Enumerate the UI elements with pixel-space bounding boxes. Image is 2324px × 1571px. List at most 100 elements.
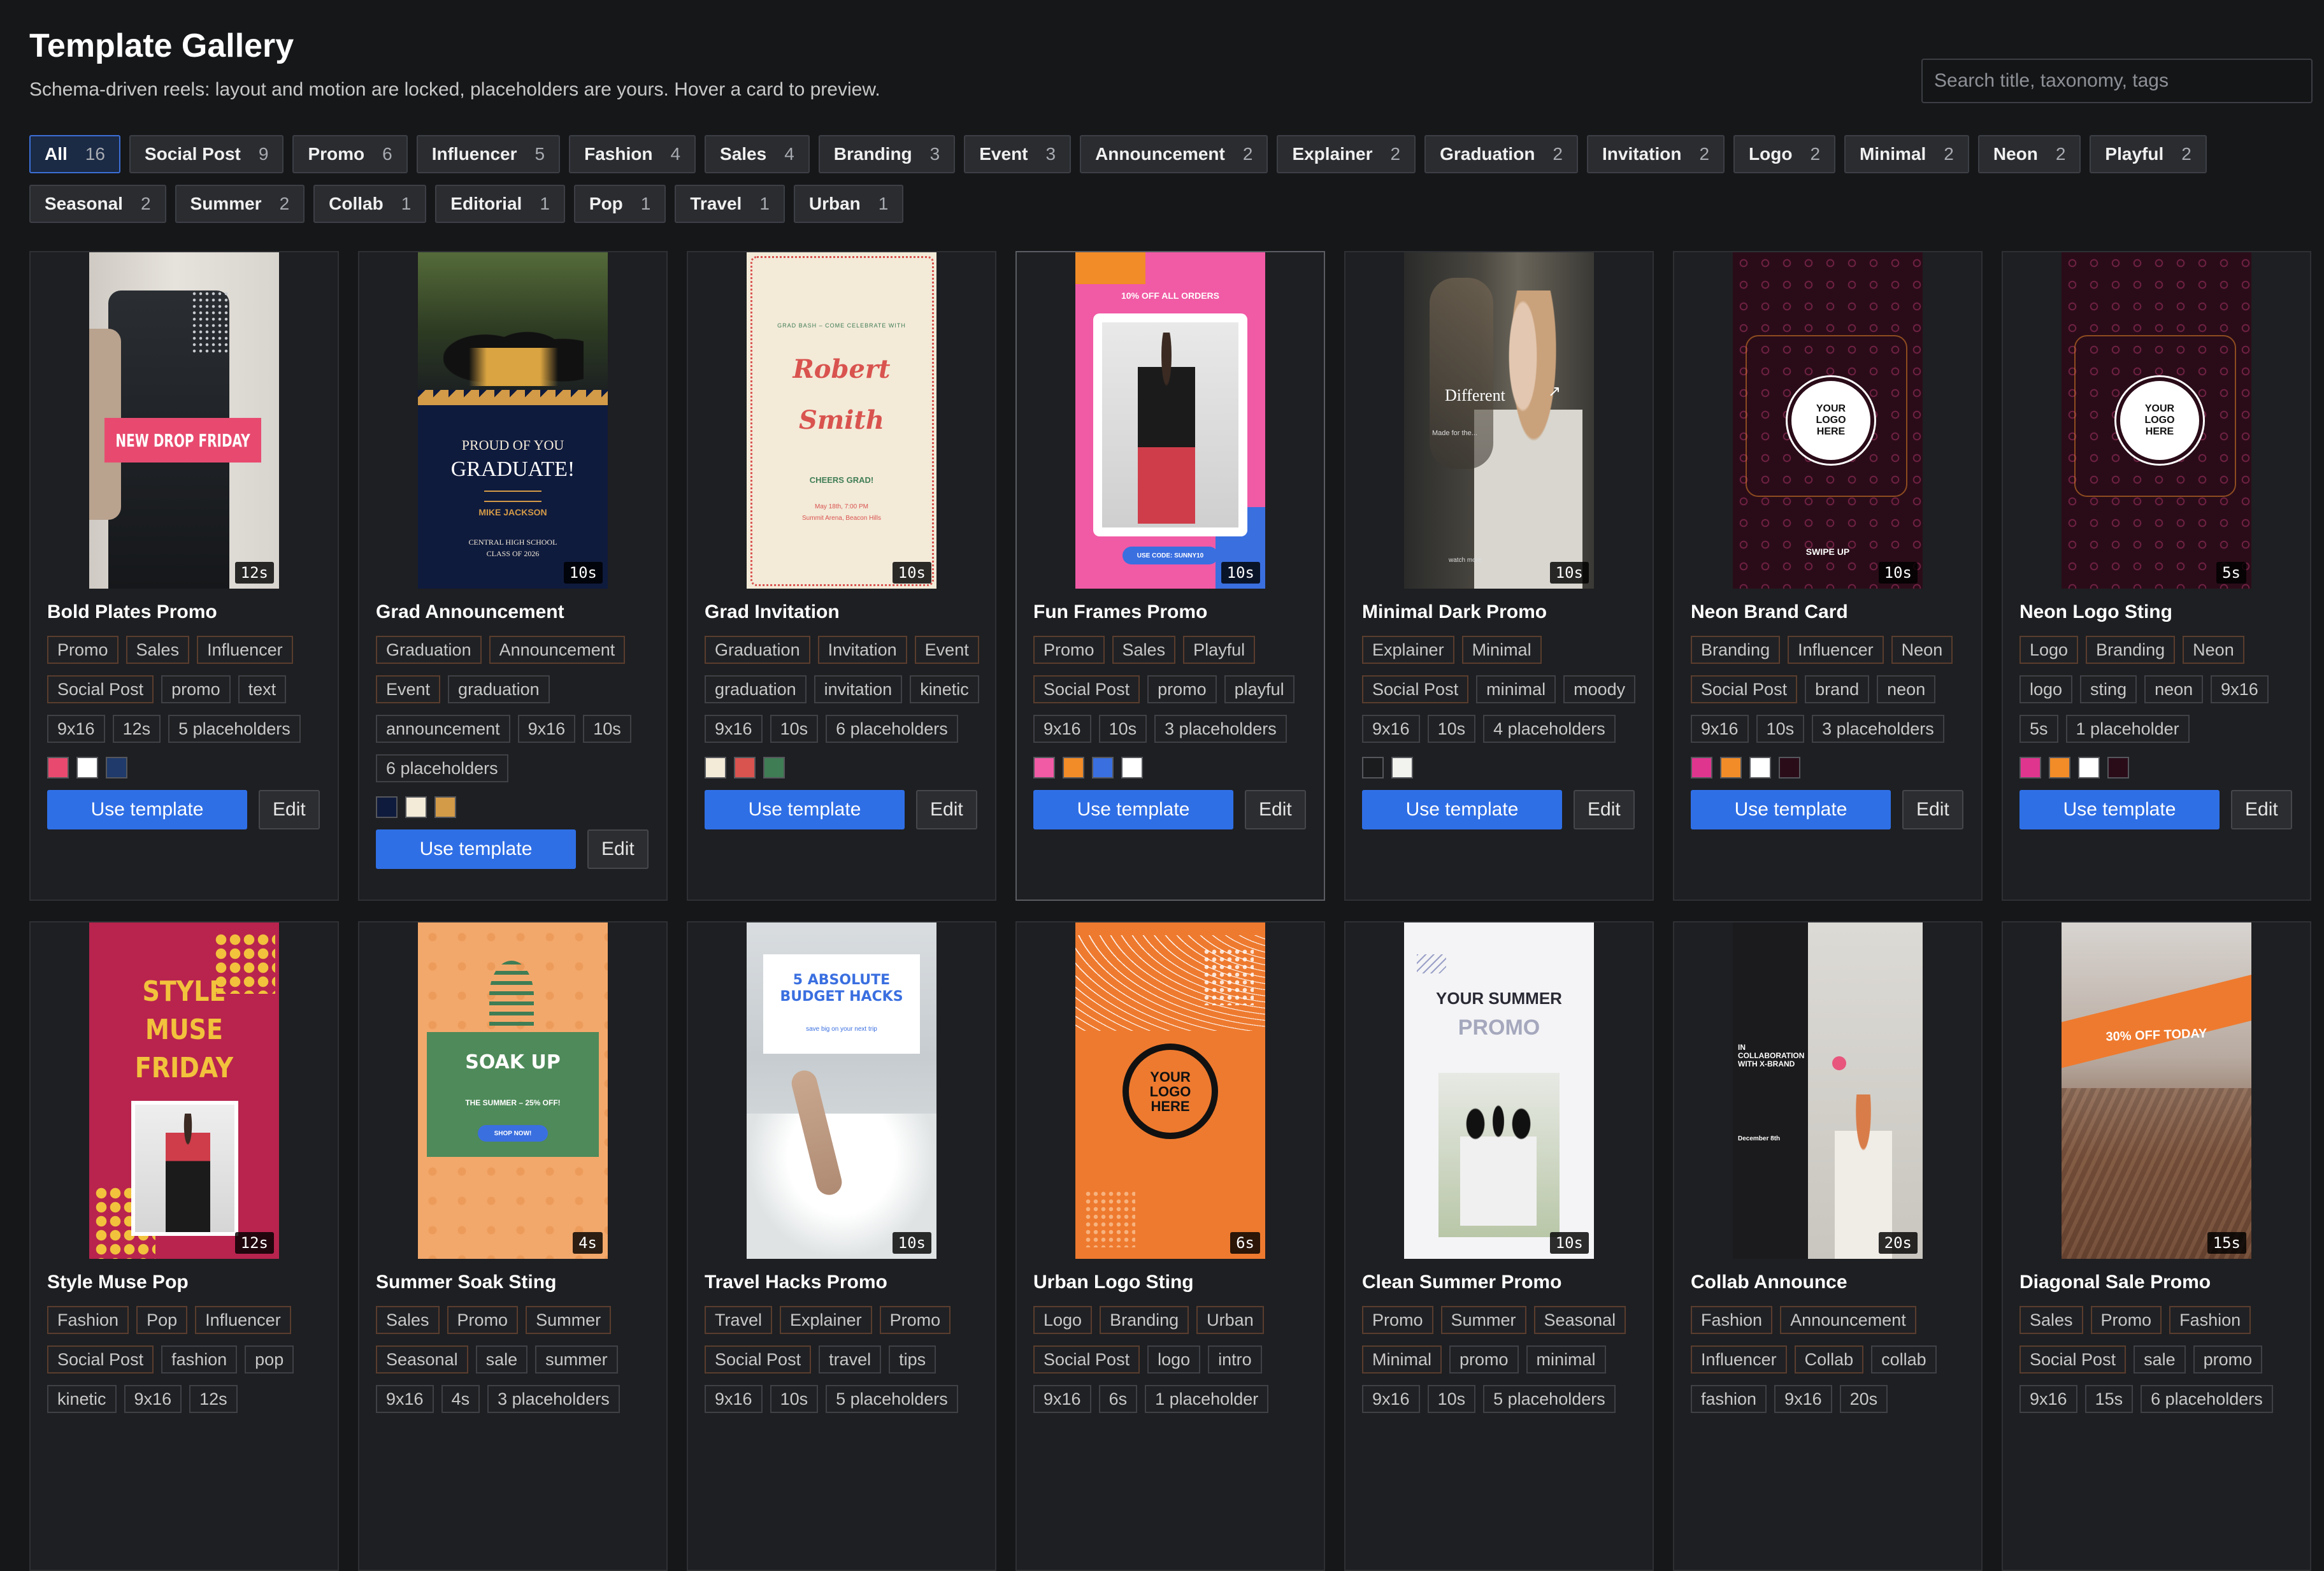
template-name: Collab Announce xyxy=(1691,1272,1847,1293)
template-card[interactable]: STYLE MUSE FRIDAY 12s Style Muse Pop Fashion P… xyxy=(29,921,339,1571)
filter-chip-editorial[interactable]: Editorial 1 xyxy=(435,185,565,223)
filter-chip-social-post[interactable]: Social Post 9 xyxy=(129,135,284,173)
template-card[interactable]: YOUR LOGO HERE SWIPE UP 10s Neon Brand Card… xyxy=(1673,251,1983,901)
template-card[interactable]: YOUR LOGO HERE 6s Urban Logo Sting Logo Bran… xyxy=(1015,921,1325,1571)
meta-tag: 12s xyxy=(112,715,161,743)
template-thumbnail[interactable]: SOAK UP THE SUMMER – 25% OFF! SHOP NOW! 4s xyxy=(418,922,608,1259)
edit-button[interactable]: Edit xyxy=(1902,790,1963,829)
use-template-button[interactable]: Use template xyxy=(47,790,247,829)
card-body: Collab Announce Fashion Announcement Influe… xyxy=(1691,1272,1969,1413)
template-thumbnail[interactable]: Different Made for the... ↗ watch more 10s xyxy=(1404,252,1594,589)
template-card[interactable]: PROUD OF YOU GRADUATE! MIKE JACKSON CENTRAL… xyxy=(358,251,668,901)
tag-list: Fashion Pop Influencer Social Post fashion po… xyxy=(47,1306,325,1413)
template-thumbnail[interactable]: NEW DROP FRIDAY 12s xyxy=(89,252,279,589)
category-tag: Logo xyxy=(1033,1306,1093,1334)
template-card[interactable]: 30% OFF TODAY 15s Diagonal Sale Promo Sales… xyxy=(2002,921,2311,1571)
category-tag: Social Post xyxy=(1033,1345,1140,1374)
use-template-button[interactable]: Use template xyxy=(2019,790,2220,829)
template-card[interactable]: 5 ABSOLUTE BUDGET HACKS save big on your … xyxy=(687,921,996,1571)
logo-placeholder-text: YOUR LOGO HERE xyxy=(1149,1068,1191,1114)
template-thumbnail[interactable]: GRAD BASH – COME CELEBRATE WITH Robert Smi… xyxy=(747,252,936,589)
tag-list: Explainer Minimal Social Post minimal moody 9… xyxy=(1362,636,1640,743)
filter-chip-count: 16 xyxy=(85,144,105,164)
filter-chip-playful[interactable]: Playful 2 xyxy=(2090,135,2207,173)
filter-chip-travel[interactable]: Travel 1 xyxy=(675,185,785,223)
template-thumbnail[interactable]: YOUR LOGO HERE 6s xyxy=(1075,922,1265,1259)
meta-tag: 9x16 xyxy=(1774,1385,1832,1413)
template-thumbnail[interactable]: 30% OFF TODAY 15s xyxy=(2062,922,2251,1259)
template-thumbnail[interactable]: YOUR SUMMER PROMO 10s xyxy=(1404,922,1594,1259)
template-card[interactable]: Different Made for the... ↗ watch more 10s Mi… xyxy=(1344,251,1654,901)
template-card[interactable]: GRAD BASH – COME CELEBRATE WITH Robert Smi… xyxy=(687,251,996,901)
tag-list: Promo Sales Playful Social Post promo playful… xyxy=(1033,636,1311,743)
duration-badge: 15s xyxy=(2207,1232,2246,1254)
filter-chip-announcement[interactable]: Announcement 2 xyxy=(1080,135,1268,173)
use-template-button[interactable]: Use template xyxy=(705,790,905,829)
edit-button[interactable]: Edit xyxy=(587,829,649,869)
filter-chip-fashion[interactable]: Fashion 4 xyxy=(569,135,696,173)
search-input[interactable] xyxy=(1921,59,2313,103)
template-thumbnail[interactable]: YOUR LOGO HERE 5s xyxy=(2062,252,2251,589)
template-card[interactable]: YOUR LOGO HERE 5s Neon Logo Sting Logo Brand… xyxy=(2002,251,2311,901)
color-swatch xyxy=(106,757,127,778)
template-thumbnail[interactable]: 10% OFF ALL ORDERS USE CODE: SUNNY10 10s xyxy=(1075,252,1265,589)
edit-button[interactable]: Edit xyxy=(1574,790,1635,829)
filter-chip-label: Sales xyxy=(720,144,767,164)
template-card[interactable]: 10% OFF ALL ORDERS USE CODE: SUNNY10 10s Fu… xyxy=(1015,251,1325,901)
color-swatch xyxy=(1749,757,1771,778)
filter-chip-explainer[interactable]: Explainer 2 xyxy=(1277,135,1416,173)
filter-chip-all[interactable]: All 16 xyxy=(29,135,120,173)
filter-chip-urban[interactable]: Urban 1 xyxy=(793,185,904,223)
filter-chip-neon[interactable]: Neon 2 xyxy=(1977,135,2081,173)
edit-button[interactable]: Edit xyxy=(259,790,320,829)
duration-badge: 4s xyxy=(573,1232,603,1254)
template-card[interactable]: YOUR SUMMER PROMO 10s Clean Summer Promo Pro… xyxy=(1344,921,1654,1571)
template-thumbnail[interactable]: PROUD OF YOU GRADUATE! MIKE JACKSON CENTRAL… xyxy=(418,252,608,589)
use-template-button[interactable]: Use template xyxy=(1362,790,1562,829)
meta-tag: 10s xyxy=(583,715,631,743)
category-tag: Sales xyxy=(2019,1306,2083,1334)
filter-chip-label: Minimal xyxy=(1860,144,1926,164)
thumb-text: YOUR SUMMER xyxy=(1436,989,1562,1008)
template-thumbnail[interactable]: YOUR LOGO HERE SWIPE UP 10s xyxy=(1733,252,1923,589)
color-swatch xyxy=(1362,757,1384,778)
use-template-button[interactable]: Use template xyxy=(1033,790,1233,829)
template-thumbnail[interactable]: IN COLLABORATION WITH X-BRAND December 8t… xyxy=(1733,922,1923,1259)
filter-chip-logo[interactable]: Logo 2 xyxy=(1733,135,1836,173)
filter-chip-sales[interactable]: Sales 4 xyxy=(705,135,810,173)
filter-chip-seasonal[interactable]: Seasonal 2 xyxy=(29,185,166,223)
filter-chip-event[interactable]: Event 3 xyxy=(964,135,1072,173)
filter-chip-label: Neon xyxy=(1993,144,2038,164)
category-tag: Fashion xyxy=(1691,1306,1773,1334)
meta-tag: 9x16 xyxy=(1362,715,1420,743)
filter-chip-collab[interactable]: Collab 1 xyxy=(313,185,427,223)
filter-chip-pop[interactable]: Pop 1 xyxy=(573,185,666,223)
duration-badge: 10s xyxy=(563,562,603,584)
template-card[interactable]: NEW DROP FRIDAY 12s Bold Plates Promo Promo… xyxy=(29,251,339,901)
tag-list: Logo Branding Neon logo sting neon 9x16 5s 1 pla… xyxy=(2019,636,2297,743)
filter-chip-invitation[interactable]: Invitation 2 xyxy=(1587,135,1725,173)
flower-icon xyxy=(1832,1056,1846,1070)
template-card[interactable]: SOAK UP THE SUMMER – 25% OFF! SHOP NOW! 4s S… xyxy=(358,921,668,1571)
use-template-button[interactable]: Use template xyxy=(1691,790,1891,829)
template-thumbnail[interactable]: STYLE MUSE FRIDAY 12s xyxy=(89,922,279,1259)
filter-chip-graduation[interactable]: Graduation 2 xyxy=(1424,135,1578,173)
color-swatch xyxy=(1033,757,1055,778)
template-name: Clean Summer Promo xyxy=(1362,1272,1562,1293)
template-card[interactable]: IN COLLABORATION WITH X-BRAND December 8t… xyxy=(1673,921,1983,1571)
filter-chip-minimal[interactable]: Minimal 2 xyxy=(1844,135,1969,173)
filter-chip-influencer[interactable]: Influencer 5 xyxy=(416,135,561,173)
use-template-button[interactable]: Use template xyxy=(376,829,576,869)
edit-button[interactable]: Edit xyxy=(916,790,977,829)
meta-tag: 9x16 xyxy=(2211,675,2269,703)
template-thumbnail[interactable]: 5 ABSOLUTE BUDGET HACKS save big on your … xyxy=(747,922,936,1259)
edit-button[interactable]: Edit xyxy=(1245,790,1306,829)
filter-chip-summer[interactable]: Summer 2 xyxy=(175,185,305,223)
filter-chip-promo[interactable]: Promo 6 xyxy=(292,135,408,173)
filter-chip-branding[interactable]: Branding 3 xyxy=(818,135,956,173)
edit-button[interactable]: Edit xyxy=(2231,790,2292,829)
diagonal-band xyxy=(2062,970,2251,1072)
card-actions: Use template Edit xyxy=(705,790,982,829)
color-swatches xyxy=(1362,757,1640,778)
color-swatch xyxy=(1063,757,1084,778)
